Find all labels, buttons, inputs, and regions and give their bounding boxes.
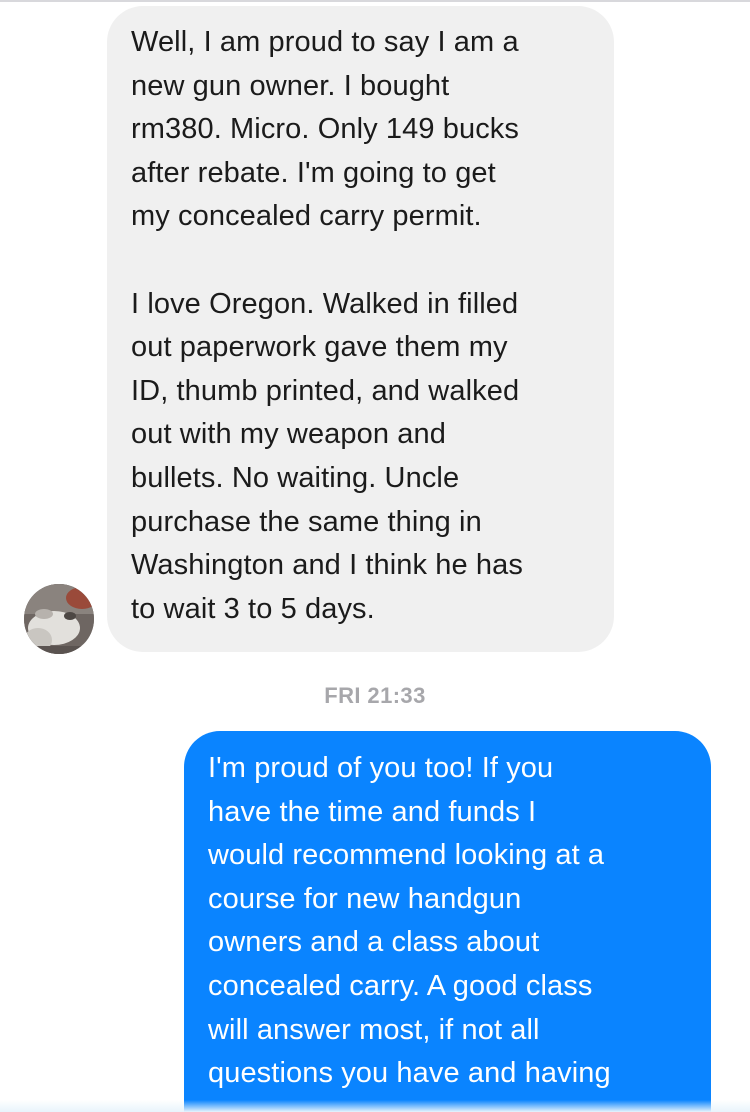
sender-avatar[interactable] <box>24 584 94 654</box>
message-thread[interactable]: Well, I am proud to say I am a new gun o… <box>0 0 750 1112</box>
incoming-message-bubble[interactable]: Well, I am proud to say I am a new gun o… <box>107 6 614 652</box>
outgoing-message-bubble[interactable]: I'm proud of you too! If you have the ti… <box>184 731 711 1112</box>
profile-photo-icon <box>24 584 94 654</box>
bottom-edge-fade <box>0 1100 750 1112</box>
message-timestamp: FRI 21:33 <box>324 683 426 708</box>
